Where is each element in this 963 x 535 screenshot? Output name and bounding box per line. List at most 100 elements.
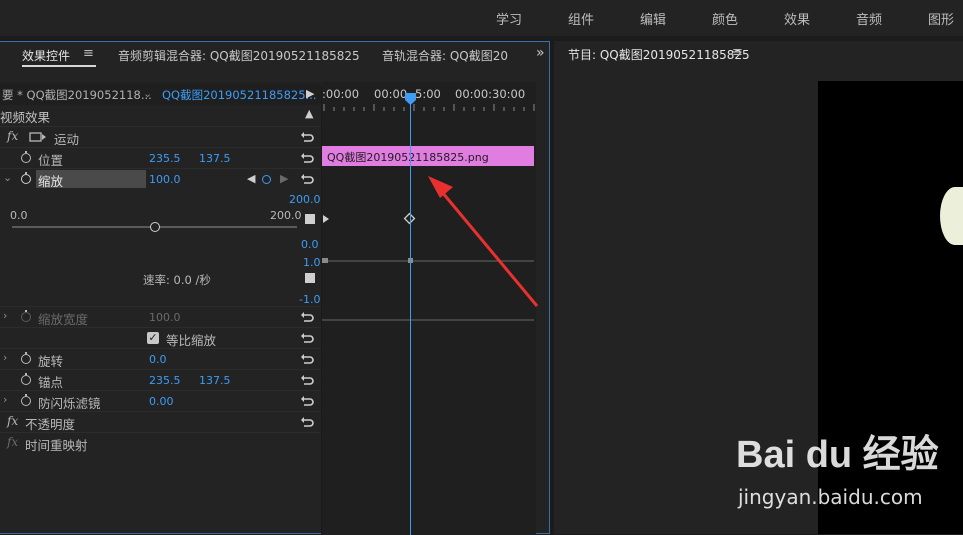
slider-max-label: 200.0 (270, 209, 302, 222)
reset-icon[interactable] (300, 374, 314, 386)
ws-tab-graphics[interactable]: 图形 (928, 9, 954, 28)
reset-icon[interactable] (300, 173, 314, 185)
stopwatch-icon[interactable] (21, 151, 31, 163)
slider-min-label: 0.0 (10, 209, 28, 222)
ws-tab-effects[interactable]: 效果 (784, 9, 810, 28)
timecode-start: :00:00 (322, 87, 360, 101)
reset-icon[interactable] (300, 332, 314, 344)
program-monitor-panel: 节目: QQ截图20190521185825 ≡ Bai du 经验 jingy… (554, 41, 963, 534)
anti-flicker-label: 防闪烁滤镜 (38, 396, 101, 411)
workspace-bar: 学习 组件 编辑 颜色 效果 音频 图形 (0, 0, 963, 36)
anchor-x-value[interactable]: 235.5 (149, 374, 181, 387)
reset-icon[interactable] (300, 311, 314, 323)
sequence-clip-label[interactable]: QQ截图20190521185825... (162, 87, 317, 103)
clip-name: QQ截图20190521185825.png (327, 151, 489, 164)
keyframe-start-icon[interactable] (323, 215, 329, 223)
scale-width-label: 缩放宽度 (38, 312, 89, 327)
panel-menu-icon[interactable]: ≡ (732, 45, 743, 60)
position-label: 位置 (38, 153, 64, 168)
clip-bar[interactable]: QQ截图20190521185825.png (322, 146, 534, 166)
transform-icon[interactable] (29, 132, 47, 143)
reset-icon[interactable] (300, 152, 314, 164)
ws-tab-assembly[interactable]: 组件 (568, 9, 594, 28)
chevron-right-icon[interactable]: › (3, 309, 7, 322)
collapse-up-icon[interactable]: ▲ (305, 107, 313, 120)
scale-width-row: › 缩放宽度 100.0 (0, 306, 321, 327)
anti-flicker-value[interactable]: 0.00 (149, 395, 174, 408)
fx-icon[interactable]: fx (7, 129, 18, 143)
ws-tab-editing[interactable]: 编辑 (640, 9, 666, 28)
anti-flicker-row: › 防闪烁滤镜 0.00 (0, 390, 321, 411)
ws-tab-learn[interactable]: 学习 (496, 9, 522, 28)
stopwatch-icon[interactable] (21, 373, 31, 385)
rotation-row: › 旋转 0.0 (0, 348, 321, 369)
tab-audio-clip-mixer[interactable]: 音频剪辑混合器: QQ截图20190521185825 (118, 47, 360, 64)
ws-tab-audio[interactable]: 音频 (856, 9, 882, 28)
scale-slider-thumb[interactable] (149, 222, 160, 232)
rotation-label: 旋转 (38, 354, 64, 369)
reset-icon[interactable] (300, 353, 314, 365)
anchor-row: 锚点 235.5 137.5 (0, 369, 321, 390)
opacity-row[interactable]: fx 不透明度 (0, 411, 321, 432)
annotation-arrow (428, 176, 539, 307)
time-ruler[interactable] (322, 102, 536, 112)
anchor-label: 锚点 (38, 375, 64, 390)
motion-row[interactable]: fx 运动 (0, 126, 321, 147)
baidu-watermark: Bai du 经验 jingyan.baidu.com (736, 423, 958, 523)
scale-width-value: 100.0 (149, 311, 181, 324)
stopwatch-icon[interactable] (21, 394, 31, 406)
chevron-down-icon[interactable]: ⌄ (143, 87, 152, 100)
watermark-url: jingyan.baidu.com (738, 485, 923, 509)
scale-graph-min: 0.0 (301, 238, 319, 251)
scale-graph-max: 200.0 (289, 193, 321, 206)
timecode-mid: 00:00 (374, 87, 408, 101)
scale-value[interactable]: 100.0 (149, 173, 181, 186)
master-clip-label[interactable]: 要 * QQ截图2019052118... (2, 87, 152, 103)
reset-icon[interactable] (300, 131, 314, 143)
section-video-effects: 视频效果 (0, 110, 51, 125)
play-only-icon[interactable]: ▶ (306, 87, 314, 100)
chevron-right-icon[interactable]: › (3, 393, 7, 406)
preview-image-fragment (940, 187, 963, 245)
stopwatch-icon (21, 310, 31, 322)
ws-tab-color[interactable]: 颜色 (712, 9, 738, 28)
more-tabs-button[interactable]: » (536, 45, 545, 61)
stopwatch-icon[interactable] (21, 352, 31, 364)
active-tab-underline (22, 65, 96, 67)
panel-menu-icon[interactable]: ≡ (83, 46, 94, 61)
expand-velocity-icon[interactable] (305, 273, 315, 283)
uniform-scale-checkbox[interactable]: ✓ (147, 332, 159, 344)
expand-graph-icon[interactable] (305, 214, 315, 224)
tab-audio-track-mixer[interactable]: 音轨混合器: QQ截图20 (382, 47, 508, 64)
velocity-max: 1.0 (303, 256, 321, 269)
velocity-min: -1.0 (299, 293, 321, 306)
chevron-down-icon[interactable]: ⌄ (3, 171, 12, 184)
position-y-value[interactable]: 137.5 (199, 152, 231, 165)
tab-effect-controls[interactable]: 效果控件 (22, 47, 70, 64)
stopwatch-active-icon[interactable] (21, 172, 31, 184)
rotation-value[interactable]: 0.0 (149, 353, 167, 366)
source-selector-bar: 要 * QQ截图2019052118... ⌄ QQ截图201905211858… (0, 83, 321, 105)
playhead-icon[interactable] (404, 92, 417, 106)
motion-label: 运动 (54, 132, 80, 147)
fx-icon[interactable]: fx (7, 414, 18, 428)
position-x-value[interactable]: 235.5 (149, 152, 181, 165)
uniform-scale-label: 等比缩放 (166, 333, 217, 348)
time-remap-row[interactable]: fx 时间重映射 (0, 432, 321, 453)
add-keyframe-icon[interactable] (262, 175, 271, 184)
next-keyframe-icon[interactable]: ▶ (280, 172, 288, 185)
prev-keyframe-icon[interactable]: ◀ (247, 172, 255, 185)
scale-row: ⌄ 缩放 100.0 ◀ ▶ (0, 168, 321, 189)
program-monitor-title[interactable]: 节目: QQ截图20190521185825 (568, 46, 750, 63)
timecode-end: 00:00:30:00 (455, 87, 526, 101)
uniform-scale-row: ✓ 等比缩放 (0, 327, 321, 348)
reset-icon[interactable] (300, 416, 314, 428)
anchor-y-value[interactable]: 137.5 (199, 374, 231, 387)
playhead-line (410, 96, 411, 535)
fx-icon: fx (7, 435, 19, 449)
reset-icon[interactable] (300, 395, 314, 407)
chevron-right-icon[interactable]: › (3, 351, 7, 364)
velocity-label: 速率: 0.0 /秒 (143, 273, 211, 287)
opacity-label: 不透明度 (25, 417, 76, 432)
position-row: 位置 235.5 137.5 (0, 147, 321, 168)
